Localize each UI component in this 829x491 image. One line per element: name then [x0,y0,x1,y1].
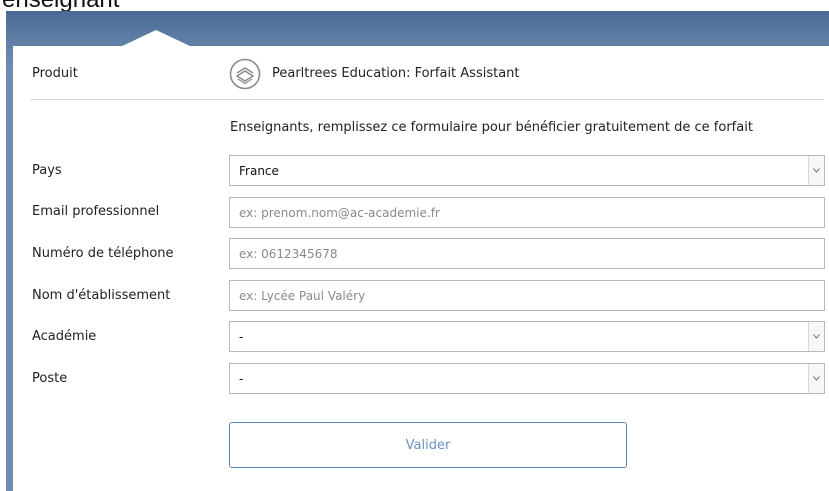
chevron-down-icon [813,168,820,173]
submit-button[interactable]: Valider [229,422,627,468]
panel-notch [120,30,192,47]
pearltrees-logo-icon [229,58,261,90]
academy-label: Académie [32,329,97,344]
country-select-arrow[interactable] [808,156,824,185]
divider [30,99,824,100]
phone-label: Numéro de téléphone [32,246,174,261]
chevron-down-icon [813,334,820,339]
intro-text: Enseignants, remplissez ce formulaire po… [230,120,753,135]
position-select-value: - [239,372,244,386]
product-name: Pearltrees Education: Forfait Assistant [272,66,520,81]
position-label: Poste [32,371,68,386]
chevron-down-icon [813,376,820,381]
email-field[interactable] [229,197,825,228]
academy-select[interactable]: - [229,321,825,352]
country-label: Pays [32,163,62,178]
phone-field[interactable] [229,238,825,269]
academy-select-arrow[interactable] [808,322,824,351]
country-select-value: France [239,164,279,178]
position-select-arrow[interactable] [808,364,824,393]
position-select[interactable]: - [229,363,825,394]
country-select[interactable]: France [229,155,825,186]
email-label: Email professionnel [32,204,160,219]
school-label: Nom d'établissement [32,288,171,303]
academy-select-value: - [239,330,244,344]
school-field[interactable] [229,280,825,311]
product-label: Produit [32,66,78,81]
